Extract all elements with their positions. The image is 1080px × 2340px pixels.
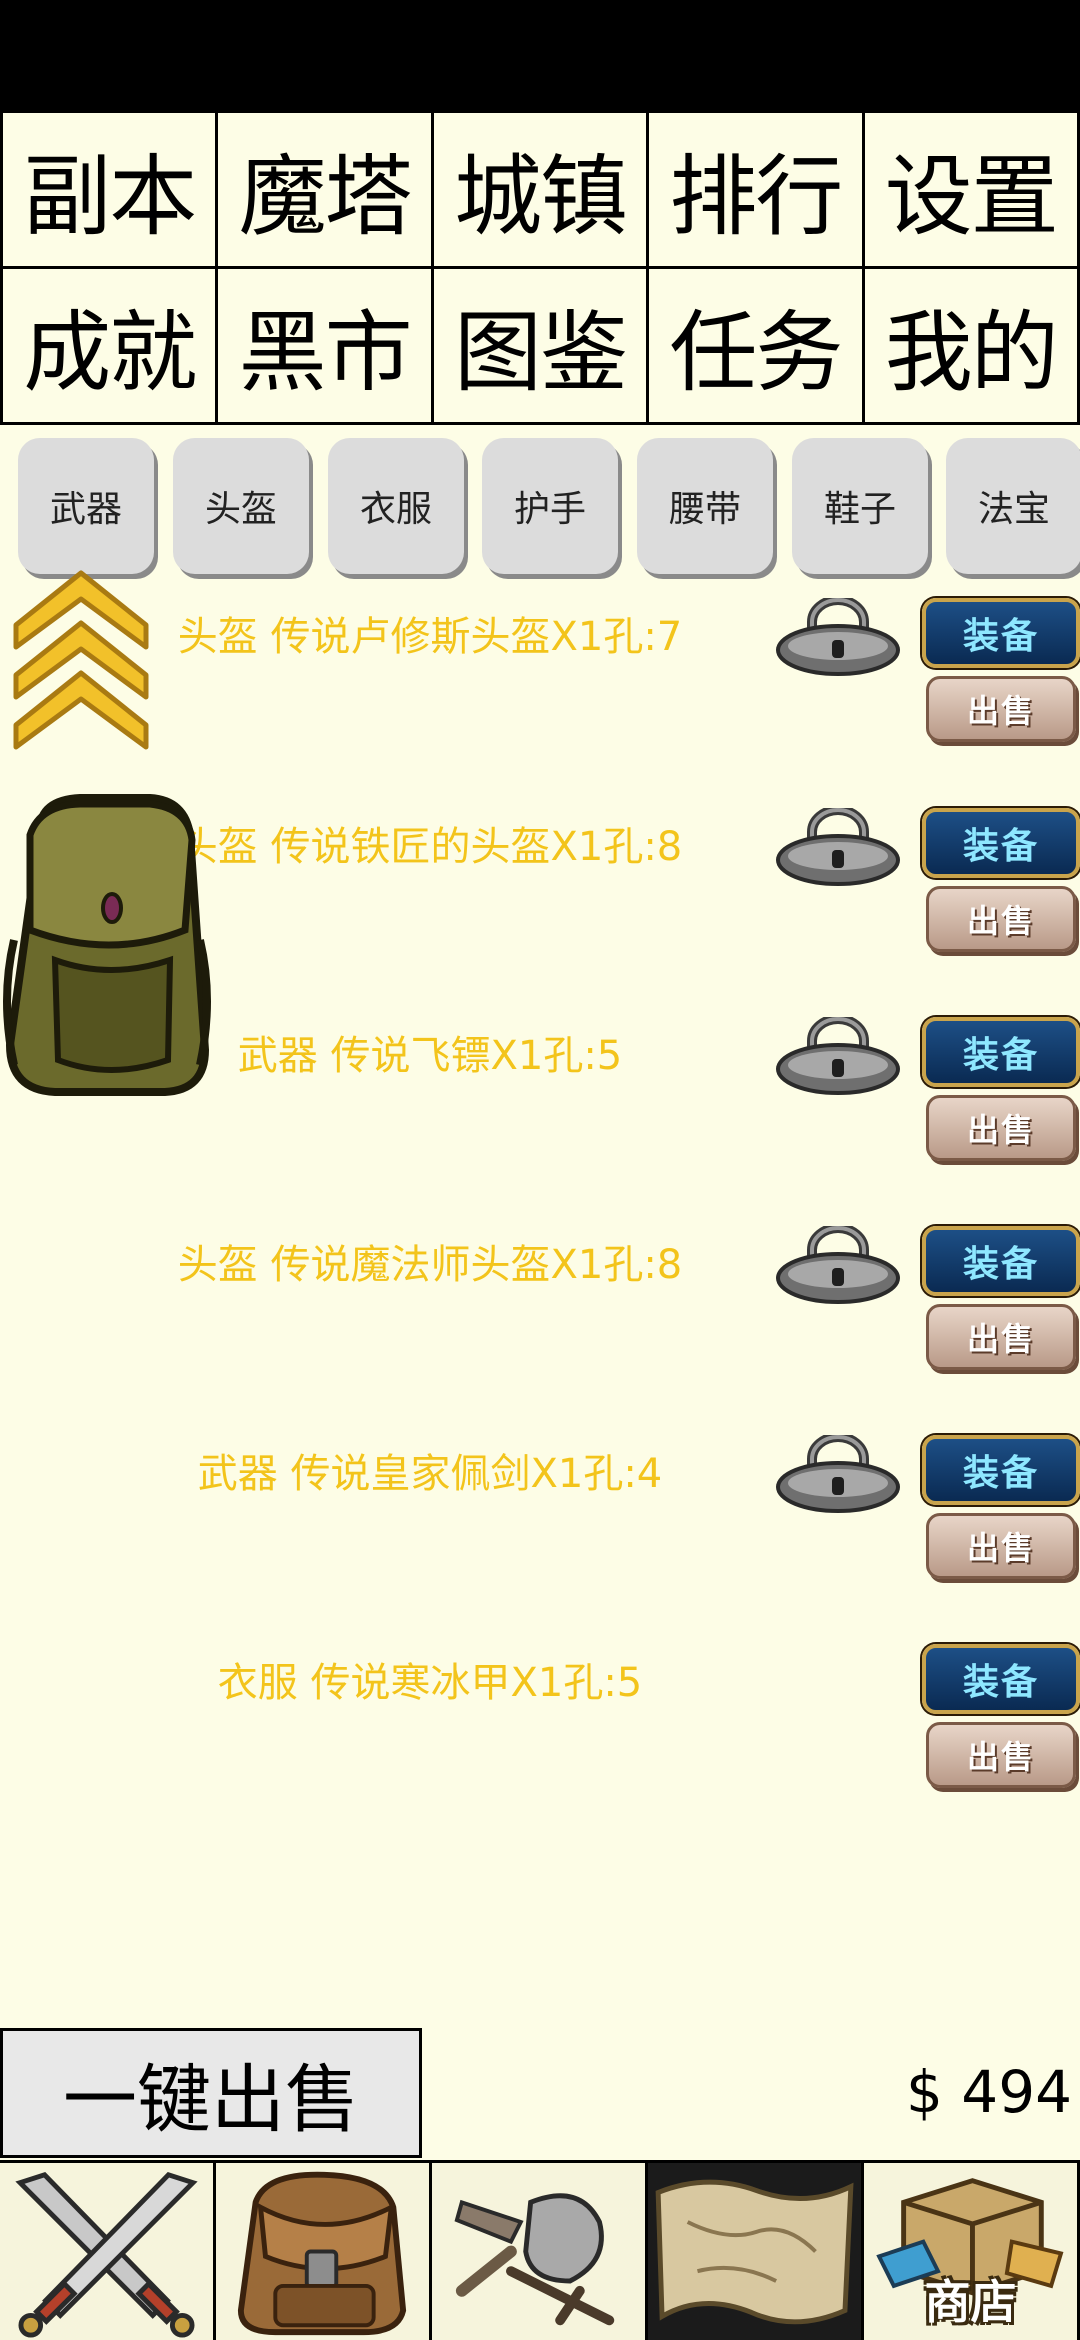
- nav-battle[interactable]: [0, 2163, 216, 2340]
- money-balance: $ 494: [905, 2058, 1072, 2126]
- list-item: 衣服 传说寒冰甲X1孔:5 装备 出售: [0, 1644, 1080, 1834]
- backpack-icon[interactable]: [0, 790, 215, 1100]
- menu-black-market[interactable]: 黑市: [218, 269, 434, 425]
- rank-chevron-icon[interactable]: [10, 565, 152, 765]
- crossed-swords-icon: [15, 2171, 198, 2338]
- item-name: 头盔 传说魔法师头盔X1孔:8: [177, 1242, 683, 1288]
- lock-icon[interactable]: [774, 1435, 902, 1515]
- equip-button[interactable]: 装备: [922, 1226, 1080, 1296]
- category-gauntlets[interactable]: 护手: [482, 438, 618, 574]
- sell-all-button[interactable]: 一键出售: [0, 2028, 422, 2158]
- category-clothes[interactable]: 衣服: [328, 438, 464, 574]
- sell-button[interactable]: 出售: [926, 1095, 1076, 1161]
- list-item: 头盔 传说卢修斯头盔X1孔:7 装备 出售: [0, 598, 1080, 788]
- map-scroll-icon: [655, 2179, 854, 2325]
- category-shoes[interactable]: 鞋子: [792, 438, 928, 574]
- menu-achievements[interactable]: 成就: [3, 269, 219, 425]
- sell-button[interactable]: 出售: [926, 1513, 1076, 1579]
- category-tabs: 武器 头盔 衣服 护手 腰带 鞋子 法宝: [0, 438, 1080, 578]
- menu-ranking[interactable]: 排行: [649, 113, 865, 269]
- nav-map[interactable]: [648, 2163, 864, 2340]
- equip-button[interactable]: 装备: [922, 1017, 1080, 1087]
- menu-quests[interactable]: 任务: [649, 269, 865, 425]
- equip-button[interactable]: 装备: [922, 598, 1080, 668]
- category-weapon[interactable]: 武器: [18, 438, 154, 574]
- equip-button[interactable]: 装备: [922, 1435, 1080, 1505]
- category-belt[interactable]: 腰带: [637, 438, 773, 574]
- menu-settings[interactable]: 设置: [864, 113, 1080, 269]
- main-menu-grid: 副本 魔塔 城镇 排行 设置 成就 黑市 图鉴 任务 我的: [0, 110, 1080, 425]
- list-item: 头盔 传说魔法师头盔X1孔:8 装备 出售: [0, 1226, 1080, 1416]
- category-treasure[interactable]: 法宝: [946, 438, 1080, 574]
- nav-shop[interactable]: 商店: [864, 2163, 1080, 2340]
- backpack-icon: [237, 2171, 407, 2336]
- fist-weapons-icon: [454, 2193, 615, 2326]
- equip-button[interactable]: 装备: [922, 1644, 1080, 1714]
- item-name: 衣服 传说寒冰甲X1孔:5: [217, 1660, 643, 1706]
- bottom-nav: 商店: [0, 2160, 1080, 2340]
- menu-town[interactable]: 城镇: [433, 113, 650, 269]
- lock-icon[interactable]: [774, 598, 902, 678]
- sell-button[interactable]: 出售: [926, 1304, 1076, 1370]
- list-item: 武器 传说皇家佩剑X1孔:4 装备 出售: [0, 1435, 1080, 1625]
- nav-equipment[interactable]: [432, 2163, 648, 2340]
- lock-icon[interactable]: [774, 808, 902, 888]
- status-bar: [0, 0, 1080, 110]
- equip-button[interactable]: 装备: [922, 808, 1080, 878]
- menu-dungeon[interactable]: 副本: [3, 113, 219, 269]
- sell-button[interactable]: 出售: [926, 1722, 1076, 1788]
- menu-profile[interactable]: 我的: [864, 269, 1080, 425]
- sell-button[interactable]: 出售: [926, 676, 1076, 742]
- sell-button[interactable]: 出售: [926, 886, 1076, 952]
- lock-icon[interactable]: [774, 1017, 902, 1097]
- menu-encyclopedia[interactable]: 图鉴: [433, 269, 650, 425]
- item-name: 武器 传说皇家佩剑X1孔:4: [197, 1451, 663, 1497]
- nav-backpack[interactable]: [216, 2163, 432, 2340]
- category-helmet[interactable]: 头盔: [173, 438, 309, 574]
- shop-label: 商店: [924, 2275, 1017, 2329]
- lock-icon[interactable]: [774, 1226, 902, 1306]
- menu-magic-tower[interactable]: 魔塔: [218, 113, 434, 269]
